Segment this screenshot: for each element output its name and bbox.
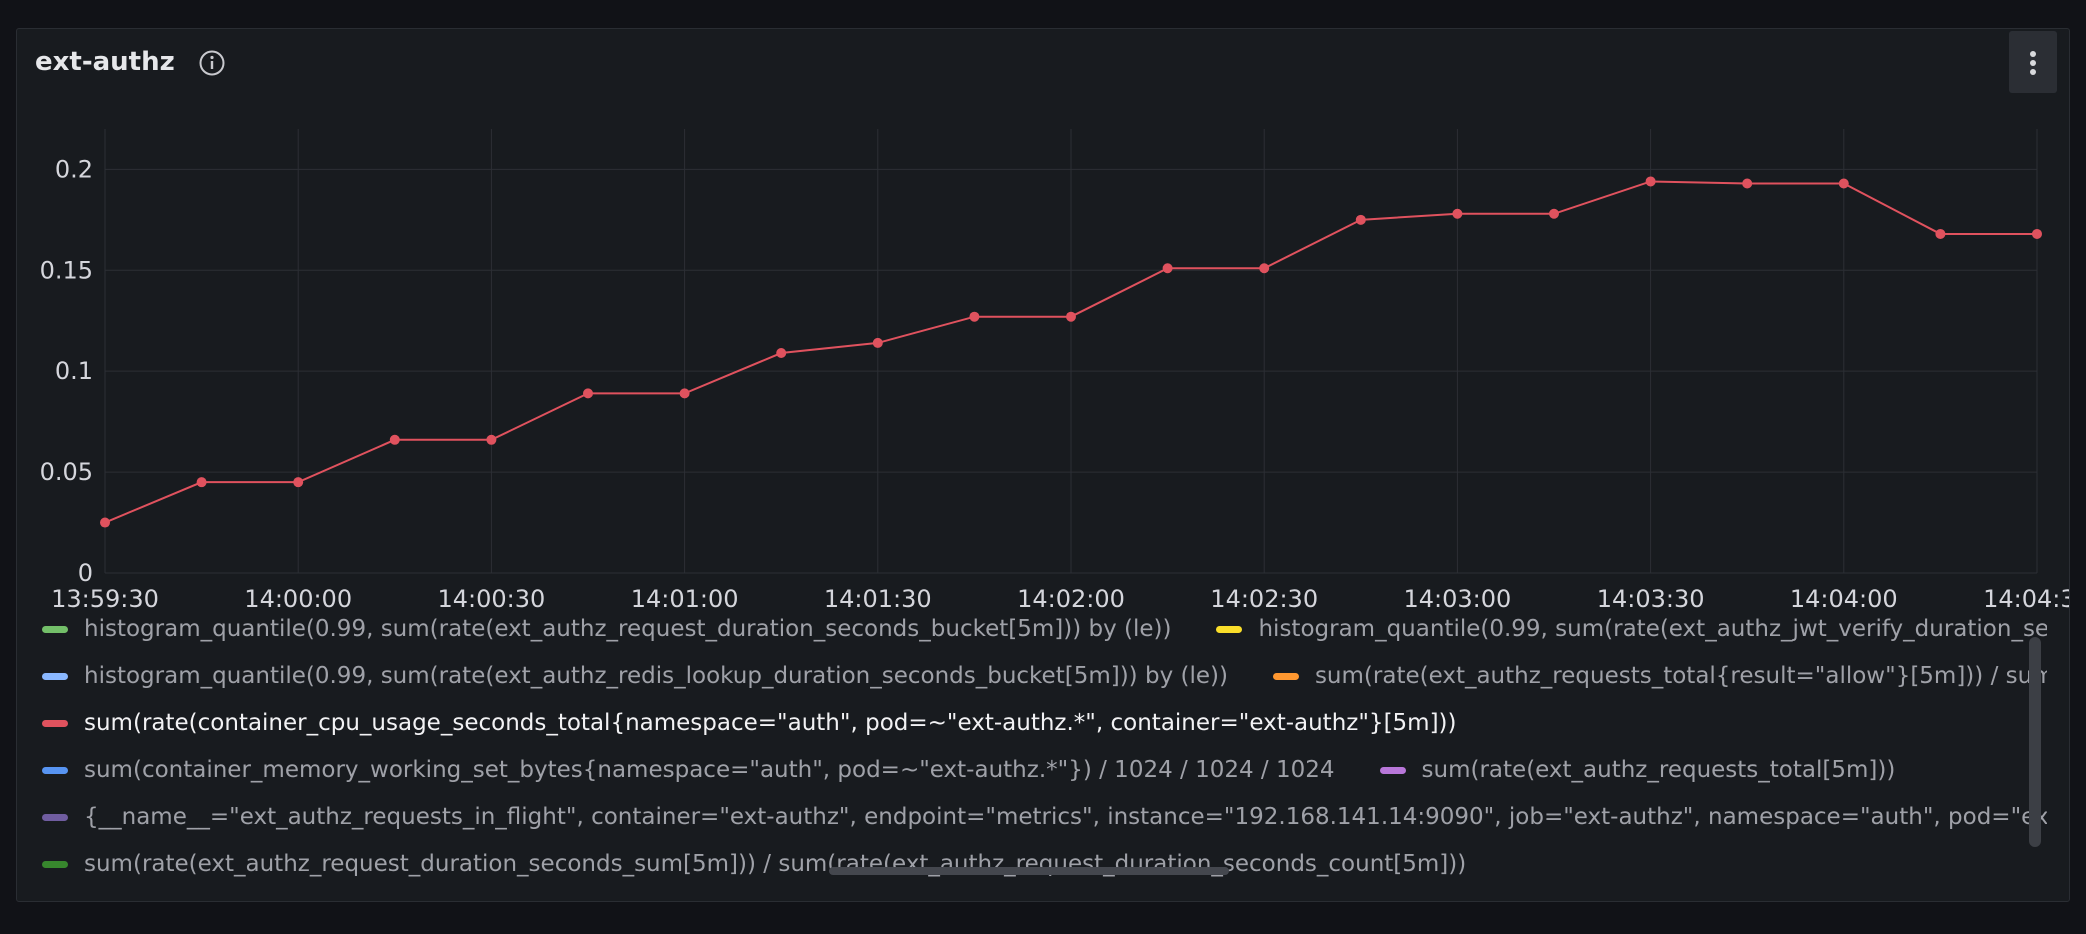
legend-row: histogram_quantile(0.99, sum(rate(ext_au…	[17, 656, 2047, 696]
legend-swatch	[1216, 626, 1243, 633]
data-point	[1355, 214, 1366, 225]
legend-label: {__name__="ext_authz_requests_in_flight"…	[84, 804, 2047, 830]
y-tick-label: 0.15	[40, 256, 93, 284]
legend-swatch	[42, 814, 68, 821]
legend-scrollbar[interactable]	[2029, 637, 2041, 847]
legend-label: sum(rate(ext_authz_requests_total[5m]))	[1421, 757, 1896, 783]
legend-item[interactable]: sum(rate(ext_authz_request_duration_seco…	[17, 844, 1466, 884]
data-point	[100, 517, 110, 528]
legend-item[interactable]: {__name__="ext_authz_requests_in_flight"…	[17, 797, 2047, 837]
data-point	[969, 311, 980, 322]
data-point	[1066, 311, 1076, 322]
legend-swatch	[1379, 767, 1406, 774]
data-point	[1935, 228, 1946, 239]
data-point	[1645, 176, 1656, 187]
legend-swatch	[42, 626, 68, 633]
legend-label: sum(rate(ext_authz_request_duration_seco…	[84, 851, 1467, 877]
time-series-chart[interactable]: 00.050.10.150.213:59:30 14:00:00 14:00:30 1…	[17, 29, 2070, 629]
legend-label: sum(container_memory_working_set_bytes{n…	[84, 757, 1335, 783]
legend-swatch	[42, 767, 68, 774]
data-point	[1742, 178, 1753, 189]
legend-row: histogram_quantile(0.99, sum(rate(ext_au…	[17, 609, 2047, 649]
data-point	[486, 434, 497, 445]
legend-swatch	[1272, 673, 1299, 680]
data-point	[196, 477, 207, 488]
legend-item[interactable]: sum(rate(ext_authz_requests_total{result…	[1248, 656, 2047, 696]
data-point	[293, 477, 304, 488]
data-point	[1259, 263, 1270, 274]
y-tick-label: 0.2	[55, 155, 93, 183]
legend-label: histogram_quantile(0.99, sum(rate(ext_au…	[84, 616, 1172, 642]
data-point	[872, 337, 883, 348]
legend-item[interactable]: histogram_quantile(0.99, sum(rate(ext_au…	[1191, 609, 2047, 649]
legend-item[interactable]: sum(rate(ext_authz_requests_total[5m]))	[1355, 750, 1896, 790]
legend: histogram_quantile(0.99, sum(rate(ext_au…	[17, 609, 2047, 899]
legend-item[interactable]: histogram_quantile(0.99, sum(rate(ext_au…	[17, 609, 1171, 649]
legend-label: sum(rate(container_cpu_usage_seconds_tot…	[84, 710, 1457, 736]
legend-row: sum(rate(container_cpu_usage_seconds_tot…	[17, 703, 1477, 743]
data-point	[2032, 228, 2042, 239]
legend-label: histogram_quantile(0.99, sum(rate(ext_au…	[84, 663, 1228, 689]
legend-label: histogram_quantile(0.99, sum(rate(ext_au…	[1258, 616, 2047, 642]
data-point	[679, 388, 690, 399]
legend-swatch	[42, 720, 68, 727]
data-point	[1452, 208, 1463, 219]
data-point	[1838, 178, 1849, 189]
legend-swatch	[42, 673, 68, 680]
data-point	[1549, 208, 1559, 219]
y-tick-label: 0	[78, 559, 93, 587]
legend-item[interactable]: sum(container_memory_working_set_bytes{n…	[17, 750, 1335, 790]
legend-item[interactable]: sum(rate(container_cpu_usage_seconds_tot…	[17, 703, 1457, 743]
legend-label: sum(rate(ext_authz_requests_total{result…	[1314, 663, 2047, 689]
panel: ext-authz 0 0.05 0.1 0.15 0.2 13:59:30 14:00:0…	[16, 28, 2070, 902]
horizontal-scrollbar[interactable]	[829, 867, 1229, 875]
y-tick-label: 0.1	[55, 357, 93, 385]
data-point	[1162, 263, 1173, 274]
y-tick-label: 0.05	[40, 458, 93, 486]
legend-row: sum(container_memory_working_set_bytes{n…	[17, 750, 1915, 790]
data-point	[776, 348, 787, 359]
data-point	[583, 388, 593, 399]
legend-row: sum(rate(ext_authz_request_duration_seco…	[17, 844, 1486, 884]
data-point	[389, 434, 400, 445]
legend-item[interactable]: histogram_quantile(0.99, sum(rate(ext_au…	[17, 656, 1228, 696]
legend-row: {__name__="ext_authz_requests_in_flight"…	[17, 797, 2047, 837]
legend-swatch	[42, 861, 68, 868]
